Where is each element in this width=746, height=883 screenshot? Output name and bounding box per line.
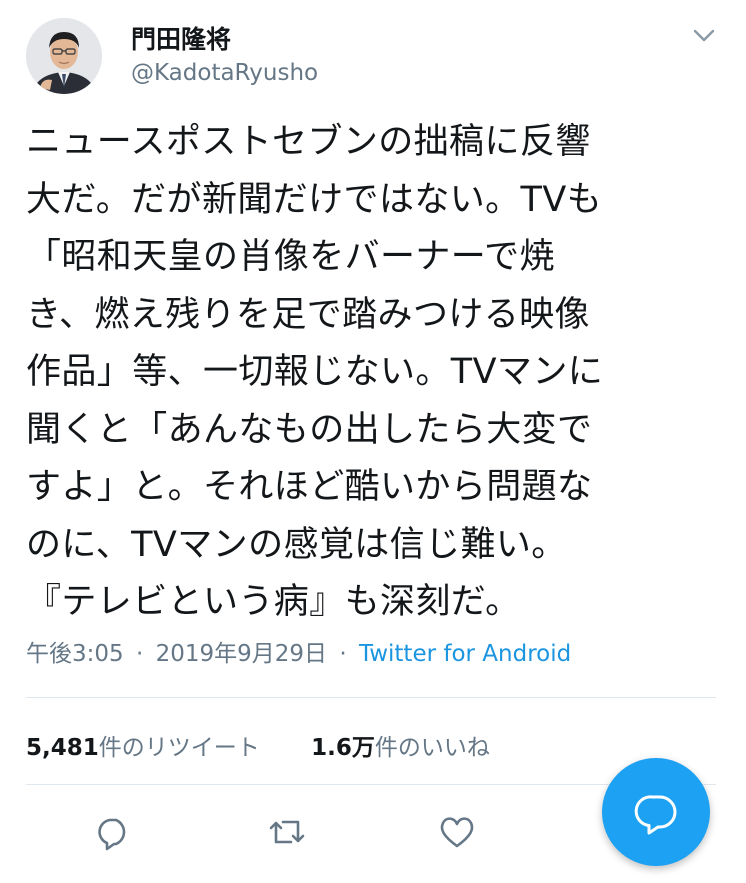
like-count-link[interactable]: 1.6万件のいいね <box>311 728 490 762</box>
avatar[interactable] <box>26 18 102 94</box>
like-label: 件のいいね <box>374 735 490 761</box>
tweet-date: 2019年9月29日 <box>155 641 328 667</box>
chevron-down-icon[interactable] <box>690 24 718 46</box>
tweet-meta: 午後3:05 · 2019年9月29日 · Twitter for Androi… <box>26 634 571 668</box>
tweet-body-line: 聞くと「あんなもの出したら大変で <box>26 409 593 450</box>
retweet-count-link[interactable]: 5,481件のリツイート <box>26 728 260 762</box>
divider <box>26 697 716 698</box>
retweet-count: 5,481 <box>26 735 99 761</box>
compose-reply-button[interactable] <box>602 758 710 866</box>
heart-icon <box>440 817 474 848</box>
tweet-body-line: すよ」と。それほど酷いから問題な <box>26 467 593 507</box>
meta-separator: · <box>135 641 144 667</box>
tweet-source-link[interactable]: Twitter for Android <box>359 641 571 667</box>
tweet-detail: 門田隆将 @KadotaRyusho ニュースポストセブンの拙稿に反響 大だ。だ… <box>0 0 746 883</box>
user-avatar-photo <box>26 18 102 94</box>
meta-separator: · <box>339 641 347 667</box>
tweet-body-line: き、燃え残りを足で踏みつける映像 <box>26 294 590 335</box>
author-handle[interactable]: @KadotaRyusho <box>131 60 318 86</box>
tweet-body-line: のに、TVマンの感覚は信じ難い。 <box>26 524 567 565</box>
reply-icon <box>98 818 126 851</box>
like-button[interactable] <box>437 812 477 852</box>
retweet-icon <box>269 820 305 844</box>
tweet-body-line: 「昭和天皇の肖像をバーナーで焼 <box>26 237 555 277</box>
retweet-button[interactable] <box>267 812 307 852</box>
compose-reply-icon <box>634 795 677 835</box>
reply-button[interactable] <box>93 812 133 852</box>
tweet-body: ニュースポストセブンの拙稿に反響 大だ。だが新聞だけではない。TVも 「昭和天皇… <box>26 114 716 632</box>
author-display-name[interactable]: 門田隆将 <box>131 20 231 56</box>
retweet-label: 件のリツイート <box>98 735 260 761</box>
tweet-body-line: ニュースポストセブンの拙稿に反響 <box>26 122 591 162</box>
tweet-body-line: 『テレビという病』も深刻だ。 <box>26 582 521 622</box>
tweet-time: 午後3:05 <box>26 641 124 667</box>
tweet-stats: 5,481件のリツイート 1.6万件のいいね <box>26 728 490 762</box>
tweet-body-line: 大だ。だが新聞だけではない。TVも <box>26 179 603 220</box>
tweet-body-line: 作品」等、一切報じない。TVマンに <box>26 352 604 392</box>
like-count: 1.6万 <box>311 735 375 761</box>
